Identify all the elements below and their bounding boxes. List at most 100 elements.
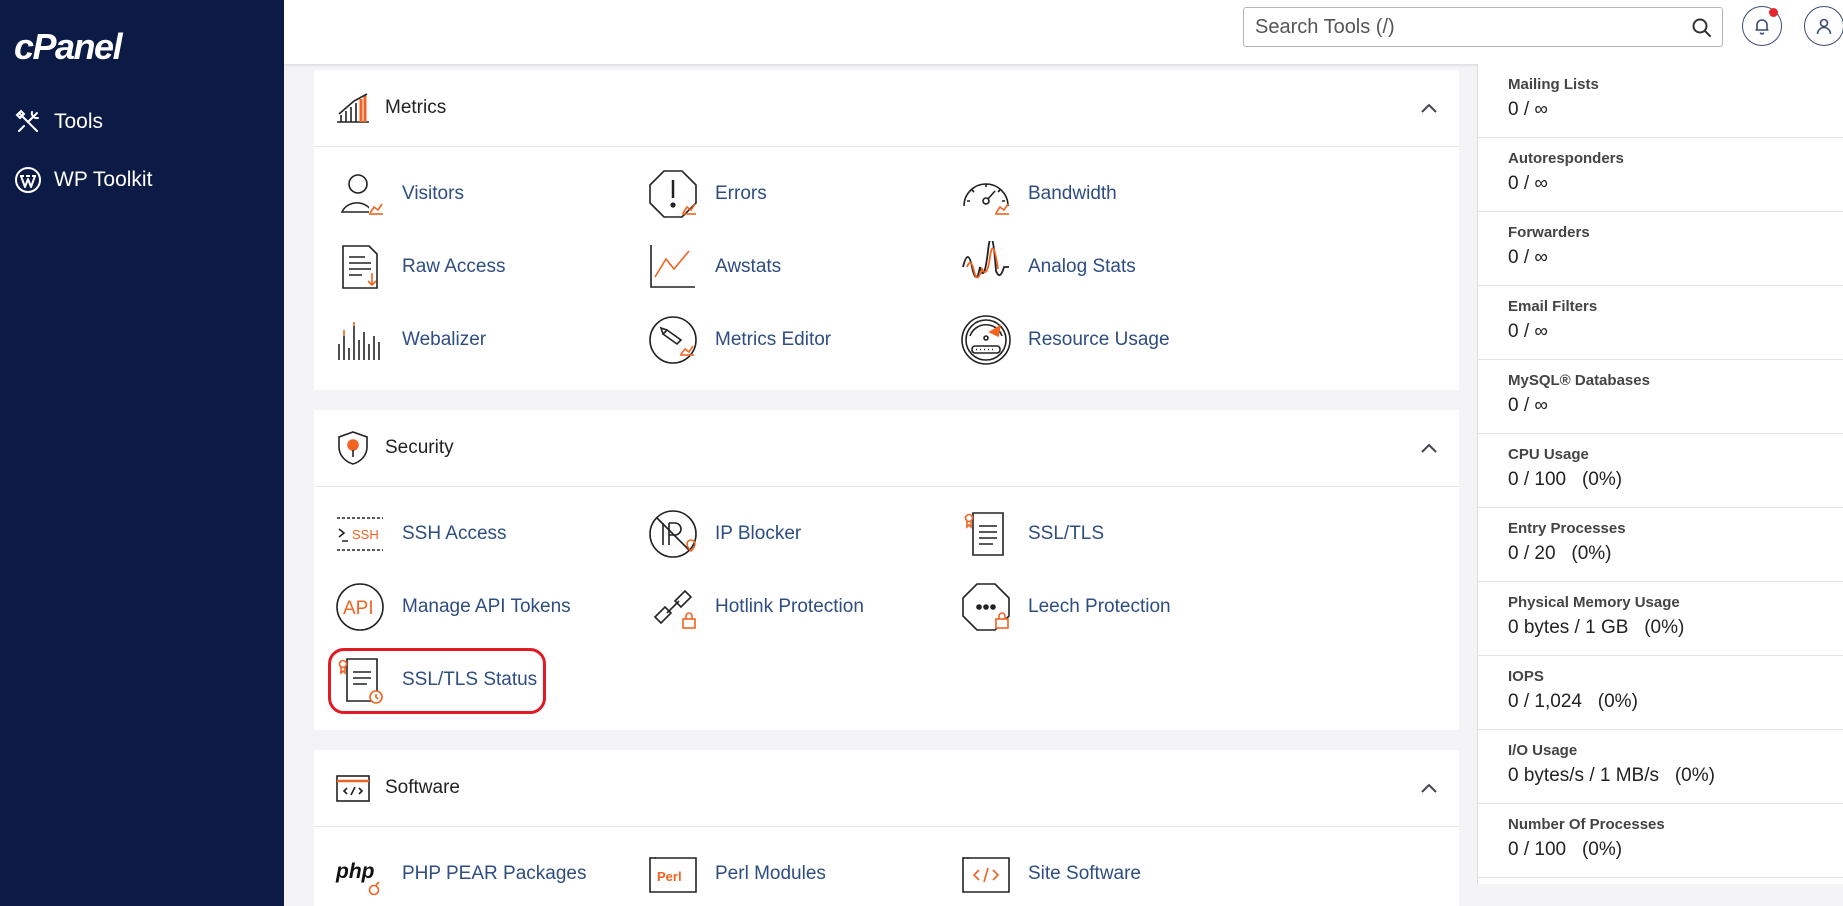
raw-access-icon <box>342 244 378 289</box>
tool-label: SSL/TLS <box>1028 522 1105 544</box>
tool-site-software[interactable]: Site Software <box>960 837 1273 906</box>
statistics-panel: Mailing Lists 0 / ∞ Autoresponders 0 / ∞ F… <box>1477 64 1843 884</box>
resource-usage-icon <box>961 314 1011 365</box>
sidebar-item-tools[interactable]: Tools <box>14 108 103 136</box>
user-menu-button[interactable] <box>1804 6 1843 46</box>
search-icon[interactable] <box>1691 17 1713 39</box>
stat-item: Mailing Lists 0 / ∞ <box>1478 64 1843 138</box>
php-icon: php <box>335 860 380 895</box>
stat-item: Forwarders 0 / ∞ <box>1478 212 1843 286</box>
api-icon: API <box>336 582 384 631</box>
tool-label: Perl Modules <box>715 862 826 884</box>
tool-visitors[interactable]: Visitors <box>334 157 647 230</box>
stat-value: 0 / ∞ <box>1508 173 1548 194</box>
tool-errors[interactable]: Errors <box>647 157 960 230</box>
stat-value: 0 / ∞ <box>1508 247 1548 268</box>
stat-item: CPU Usage 0 / 100 (0%) <box>1478 434 1843 508</box>
stat-label: Email Filters <box>1508 298 1598 315</box>
tool-ssh-access[interactable]: SSH SSH Access <box>334 497 647 570</box>
shield-icon <box>338 431 368 465</box>
tool-awstats[interactable]: Awstats <box>647 230 960 303</box>
ssh-icon: SSH <box>337 516 383 551</box>
tool-ip-blocker[interactable]: IP Blocker <box>647 497 960 570</box>
sidebar-item-label: WP Toolkit <box>54 168 153 191</box>
code-window-icon <box>336 775 370 802</box>
stat-item: Email Filters 0 / ∞ <box>1478 286 1843 360</box>
tool-label: Leech Protection <box>1028 595 1171 617</box>
metrics-panel-header[interactable]: Metrics <box>314 70 1459 147</box>
chevron-up-icon[interactable] <box>1419 438 1439 458</box>
security-panel-header[interactable]: Security <box>314 410 1459 487</box>
stat-label: Physical Memory Usage <box>1508 594 1680 611</box>
tool-label: Site Software <box>1028 862 1141 884</box>
perl-icon: Perl <box>649 856 697 893</box>
stat-label: Mailing Lists <box>1508 76 1599 93</box>
leech-icon <box>962 582 1010 631</box>
stat-value: 0 / 100 (0%) <box>1508 839 1623 860</box>
wordpress-icon <box>15 167 41 193</box>
tool-label: SSL/TLS Status <box>402 668 538 690</box>
svg-text:Perl: Perl <box>657 869 682 884</box>
stat-label: I/O Usage <box>1508 742 1578 759</box>
tool-ssl-tls-status[interactable]: SSL/TLS Status <box>334 643 647 716</box>
user-icon <box>1816 18 1832 35</box>
svg-text:php: php <box>335 860 375 883</box>
stat-label: Entry Processes <box>1508 520 1626 537</box>
stat-item: Number Of Processes 0 / 100 (0%) <box>1478 804 1843 878</box>
tool-leech-protection[interactable]: Leech Protection <box>960 570 1273 643</box>
metrics-panel: Metrics Visitors Errors Bandwidth Raw Ac… <box>314 70 1459 390</box>
ssl-status-icon <box>338 657 383 704</box>
tool-label: PHP PEAR Packages <box>402 862 587 884</box>
stat-item: Entry Processes 0 / 20 (0%) <box>1478 508 1843 582</box>
software-panel-header[interactable]: Software <box>314 750 1459 827</box>
tool-resource-usage[interactable]: Resource Usage <box>960 303 1273 376</box>
stat-value: 0 / ∞ <box>1508 99 1548 120</box>
tool-hotlink-protection[interactable]: Hotlink Protection <box>647 570 960 643</box>
security-tool-grid: SSH SSH Access IP Blocker SSL/TLS API Ma… <box>314 487 1459 716</box>
tool-label: IP Blocker <box>715 522 802 544</box>
chevron-up-icon[interactable] <box>1419 778 1439 798</box>
svg-text:API: API <box>343 598 374 619</box>
security-panel: Security SSH SSH Access IP Blocker SSL/T… <box>314 410 1459 730</box>
ip-blocker-icon <box>649 509 697 558</box>
stat-value: 0 / 20 (0%) <box>1508 543 1612 564</box>
stat-label: IOPS <box>1508 668 1544 685</box>
stat-item: IOPS 0 / 1,024 (0%) <box>1478 656 1843 730</box>
stat-value: 0 bytes / 1 GB (0%) <box>1508 617 1685 638</box>
tool-raw-access[interactable]: Raw Access <box>334 230 647 303</box>
svg-text:SSH: SSH <box>352 527 379 542</box>
tool-metrics-editor[interactable]: Metrics Editor <box>647 303 960 376</box>
software-panel: Software php PHP PEAR Packages Perl Perl… <box>314 750 1459 906</box>
stat-item: I/O Usage 0 bytes/s / 1 MB/s (0%) <box>1478 730 1843 804</box>
tool-ssl-tls[interactable]: SSL/TLS <box>960 497 1273 570</box>
tool-label: Manage API Tokens <box>402 595 571 617</box>
analog-stats-icon <box>962 240 1009 278</box>
chevron-up-icon[interactable] <box>1419 98 1439 118</box>
tool-label: SSH Access <box>402 522 507 544</box>
tool-perl-modules[interactable]: Perl Perl Modules <box>647 837 960 906</box>
sidebar-item-wp-toolkit[interactable]: WP Toolkit <box>14 166 152 194</box>
stat-item: Physical Memory Usage 0 bytes / 1 GB (0%) <box>1478 582 1843 656</box>
ssl-tls-icon <box>964 511 1004 556</box>
notifications-button[interactable] <box>1742 6 1782 46</box>
search-box <box>1243 7 1723 47</box>
stat-value: 0 / ∞ <box>1508 321 1548 342</box>
tool-php-pear-packages[interactable]: php PHP PEAR Packages <box>334 837 647 906</box>
sidebar: cPanel Tools WP Toolkit <box>0 0 284 906</box>
webalizer-icon <box>338 321 380 360</box>
stat-value: 0 bytes/s / 1 MB/s (0%) <box>1508 765 1715 786</box>
tool-label: Raw Access <box>402 255 506 277</box>
panel-title: Software <box>385 777 460 798</box>
search-input[interactable] <box>1244 8 1664 46</box>
stat-item: Autoresponders 0 / ∞ <box>1478 138 1843 212</box>
errors-icon <box>649 169 697 218</box>
tool-label: Metrics Editor <box>715 328 832 350</box>
tool-bandwidth[interactable]: Bandwidth <box>960 157 1273 230</box>
tool-label: Errors <box>715 182 767 204</box>
sidebar-item-label: Tools <box>54 110 104 133</box>
tool-analog-stats[interactable]: Analog Stats <box>960 230 1273 303</box>
tool-webalizer[interactable]: Webalizer <box>334 303 647 376</box>
cpanel-logo[interactable]: cPanel <box>14 26 123 68</box>
notification-badge <box>1769 8 1778 17</box>
tool-manage-api-tokens[interactable]: API Manage API Tokens <box>334 570 647 643</box>
